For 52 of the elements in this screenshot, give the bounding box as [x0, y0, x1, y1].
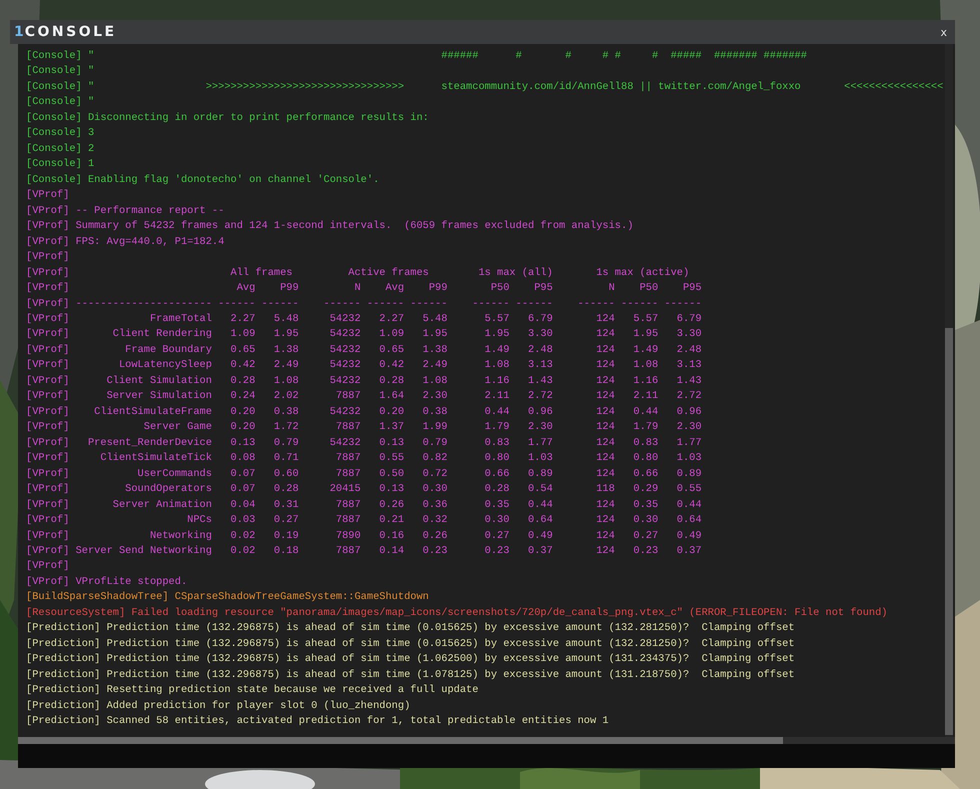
console-line: [Prediction] Prediction time (132.296875) is ahead of sim time (0.015625) by excessive amount (132.281250)? Clamping offset [26, 636, 795, 652]
console-line: [VProf] Avg P99 N Avg P99 P50 P95 N P50 P95 [26, 281, 702, 296]
console-line: [VProf] VProfLite stopped. [26, 574, 188, 590]
console-line: [Console] " [26, 95, 94, 110]
console-line: [VProf] Present_RenderDevice 0.13 0.79 54232 0.13 0.79 0.83 1.77 124 0.83 1.77 [26, 436, 702, 451]
console-line: [VProf] Frame Boundary 0.65 1.38 54232 0.65 1.38 1.49 2.48 124 1.49 2.48 [26, 342, 702, 358]
close-button[interactable]: x [938, 26, 949, 38]
console-line: [VProf] -- Performance report -- [26, 204, 224, 219]
console-line: [Console] " >>>>>>>>>>>>>>>>>>>>>>>>>>>>>>>> steamcommunity.com/id/AnnGell88 || twitter.com/Angel_foxxo <<<<<<<<<<<<<<<< [26, 80, 944, 95]
console-line: [Console] " [26, 64, 94, 80]
console-line: [VProf] Server Send Networking 0.02 0.18 7887 0.14 0.23 0.23 0.37 124 0.23 0.37 [26, 544, 702, 559]
console-line: [VProf] SoundOperators 0.07 0.28 20415 0.13 0.30 0.28 0.54 118 0.29 0.55 [26, 482, 702, 498]
vertical-scrollbar[interactable] [945, 44, 953, 737]
console-line: [Prediction] Prediction time (132.296875) is ahead of sim time (1.062500) by excessive amount (131.234375)? Clamping offset [26, 652, 795, 668]
console-line: [Console] " ###### # # # # # ##### ####### ####### [26, 49, 807, 64]
console-line: [VProf] Server Animation 0.04 0.31 7887 0.26 0.36 0.35 0.44 124 0.35 0.44 [26, 498, 702, 513]
console-line: [VProf] [26, 559, 70, 574]
console-line: [BuildSparseShadowTree] CSparseShadowTreeGameSystem::GameShutdown [26, 590, 429, 606]
console-line: [Console] 2 [26, 142, 94, 157]
horizontal-scrollbar[interactable] [18, 737, 955, 744]
console-line: [VProf] Summary of 54232 frames and 124 1-second intervals. (6059 frames excluded from analysis.) [26, 219, 634, 234]
console-line: [VProf] Server Game 0.20 1.72 7887 1.37 1.99 1.79 2.30 124 1.79 2.30 [26, 420, 702, 436]
console-line: [Prediction] Resetting prediction state because we received a full update [26, 683, 478, 698]
console-line: [VProf] Client Simulation 0.28 1.08 54232 0.28 1.08 1.16 1.43 124 1.16 1.43 [26, 374, 702, 389]
console-line: [Console] 1 [26, 157, 94, 172]
console-line: [Prediction] Scanned 58 entities, activated prediction for 1, total predictable entities now 1 [26, 714, 609, 730]
console-line: [Prediction] Prediction time (132.296875) is ahead of sim time (1.078125) by excessive amount (131.218750)? Clamping offset [26, 668, 795, 683]
console-line: [VProf] UserCommands 0.07 0.60 7887 0.50 0.72 0.66 0.89 124 0.66 0.89 [26, 466, 702, 482]
command-input[interactable] [18, 744, 955, 768]
console-line: [VProf] Server Simulation 0.24 2.02 7887 1.64 2.30 2.11 2.72 124 2.11 2.72 [26, 389, 702, 404]
console-line: [Console] Disconnecting in order to print performance results in: [26, 110, 429, 126]
console-line: [Console] 3 [26, 126, 94, 142]
console-line: [VProf] NPCs 0.03 0.27 7887 0.21 0.32 0.30 0.64 124 0.30 0.64 [26, 513, 702, 528]
console-line: [VProf] [26, 250, 70, 266]
console-line: [Prediction] Prediction time (132.296875) is ahead of sim time (0.015625) by excessive amount (132.281250)? Clamping offset [26, 621, 795, 636]
console-line: [VProf] ---------------------- ------ ------ ------ ------ ------ ------ ------ ------ ------ ------ [26, 296, 702, 312]
console-line: [VProf] FrameTotal 2.27 5.48 54232 2.27 5.48 5.57 6.79 124 5.57 6.79 [26, 312, 702, 327]
console-line: [VProf] All frames Active frames 1s max (all) 1s max (active) [26, 266, 690, 281]
console-line: [Prediction] Added prediction for player slot 0 (luo_zhendong) [26, 698, 410, 714]
window-title: CONSOLE [24, 24, 117, 40]
console-line: [VProf] Networking 0.02 0.19 7890 0.16 0.26 0.27 0.49 124 0.27 0.49 [26, 528, 702, 544]
scrollbar-thumb[interactable] [945, 328, 953, 735]
console-line: [VProf] [26, 188, 70, 204]
console-line: [Console] Enabling flag 'donotecho' on channel 'Console'. [26, 172, 380, 188]
console-line: [VProf] Client Rendering 1.09 1.95 54232 1.09 1.95 1.95 3.30 124 1.95 3.30 [26, 327, 702, 342]
scrollbar-thumb[interactable] [18, 737, 783, 744]
title-number: 1 [14, 24, 24, 40]
console-line: [VProf] ClientSimulateTick 0.08 0.71 7887 0.55 0.82 0.80 1.03 124 0.80 1.03 [26, 451, 702, 466]
console-line: [ResourceSystem] Failed loading resource "panorama/images/map_icons/screenshots/720p/de_canals_png.vtex_c" (ERROR_FILEOPEN: File not found) [26, 606, 888, 621]
console-line: [VProf] FPS: Avg=440.0, P1=182.4 [26, 234, 224, 250]
console-line: [VProf] ClientSimulateFrame 0.20 0.38 54232 0.20 0.38 0.44 0.96 124 0.44 0.96 [26, 404, 702, 420]
console-line: [VProf] LowLatencySleep 0.42 2.49 54232 0.42 2.49 1.08 3.13 124 1.08 3.13 [26, 358, 702, 374]
